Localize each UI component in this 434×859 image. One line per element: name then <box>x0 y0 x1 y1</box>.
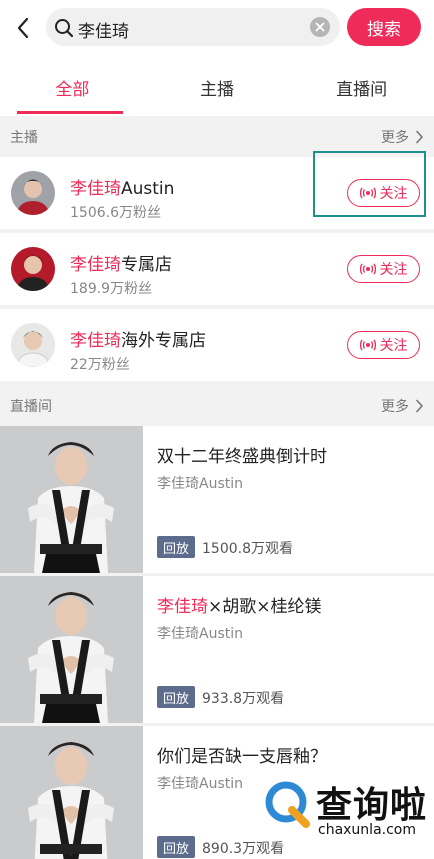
live-thumbnail <box>0 426 143 573</box>
tab-anchors[interactable]: 主播 <box>145 58 290 116</box>
section-title: 直播间 <box>10 399 52 415</box>
anchor-name: 李佳琦Austin <box>70 179 175 199</box>
avatar <box>11 171 55 215</box>
broadcast-icon <box>359 263 376 275</box>
replay-badge: 回放 <box>157 836 195 858</box>
anchor-name: 李佳琦专属店 <box>70 255 172 275</box>
live-title: 李佳琦×胡歌×桂纶镁 <box>157 597 322 617</box>
view-count: 933.8万观看 <box>202 691 285 707</box>
more-label: 更多 <box>381 130 409 146</box>
search-button[interactable]: 搜索 <box>347 8 421 46</box>
live-room-row[interactable]: 李佳琦×胡歌×桂纶镁 李佳琦Austin 回放 933.8万观看 <box>0 576 434 723</box>
avatar <box>11 323 55 367</box>
view-count: 1500.8万观看 <box>202 541 293 557</box>
chevron-right-icon <box>416 130 424 144</box>
search-input[interactable]: 李佳琦 <box>46 8 340 46</box>
follow-label: 关注 <box>379 262 408 278</box>
tab-live-rooms[interactable]: 直播间 <box>289 58 434 116</box>
more-link[interactable]: 更多 <box>381 396 424 416</box>
search-icon <box>54 18 74 38</box>
watermark-url: chaxunla.com <box>318 822 416 838</box>
anchor-row[interactable]: 李佳琦专属店 189.9万粉丝 关注 <box>0 233 434 305</box>
watermark-brand: 查询啦 <box>316 785 428 826</box>
chevron-right-icon <box>416 399 424 413</box>
replay-badge: 回放 <box>157 686 195 708</box>
anchor-fans: 1506.6万粉丝 <box>70 205 161 221</box>
live-title: 双十二年终盛典倒计时 <box>157 447 327 467</box>
live-author: 李佳琦Austin <box>157 476 243 492</box>
live-title: 你们是否缺一支唇釉？ <box>157 747 327 767</box>
replay-badge: 回放 <box>157 536 195 558</box>
section-title: 主播 <box>10 130 38 146</box>
live-author: 李佳琦Austin <box>157 626 243 642</box>
avatar <box>11 247 55 291</box>
more-link[interactable]: 更多 <box>381 127 424 147</box>
broadcast-icon <box>359 339 376 351</box>
annotation-highlight-frame <box>313 151 426 217</box>
back-arrow-icon[interactable] <box>8 13 38 43</box>
top-bar: 李佳琦 搜索 <box>0 0 434 58</box>
tab-all[interactable]: 全部 <box>0 58 145 116</box>
search-query-text: 李佳琦 <box>78 22 129 42</box>
anchor-fans: 189.9万粉丝 <box>70 281 153 297</box>
live-thumbnail <box>0 726 143 859</box>
watermark: 查询啦 chaxunla.com <box>262 774 430 844</box>
follow-button[interactable]: 关注 <box>347 255 420 283</box>
more-label: 更多 <box>381 399 409 415</box>
active-tab-indicator <box>17 111 123 114</box>
tab-bar: 全部 主播 直播间 <box>0 58 434 116</box>
clear-icon[interactable] <box>310 17 330 37</box>
live-section-header: 直播间 更多 <box>0 386 434 426</box>
follow-button[interactable]: 关注 <box>347 331 420 359</box>
live-author: 李佳琦Austin <box>157 776 243 792</box>
anchor-name: 李佳琦海外专属店 <box>70 331 206 351</box>
follow-label: 关注 <box>379 338 408 354</box>
watermark-logo-icon <box>265 781 310 828</box>
anchor-row[interactable]: 李佳琦海外专属店 22万粉丝 关注 <box>0 309 434 381</box>
anchor-fans: 22万粉丝 <box>70 357 130 373</box>
live-room-row[interactable]: 双十二年终盛典倒计时 李佳琦Austin 回放 1500.8万观看 <box>0 426 434 573</box>
live-thumbnail <box>0 576 143 723</box>
